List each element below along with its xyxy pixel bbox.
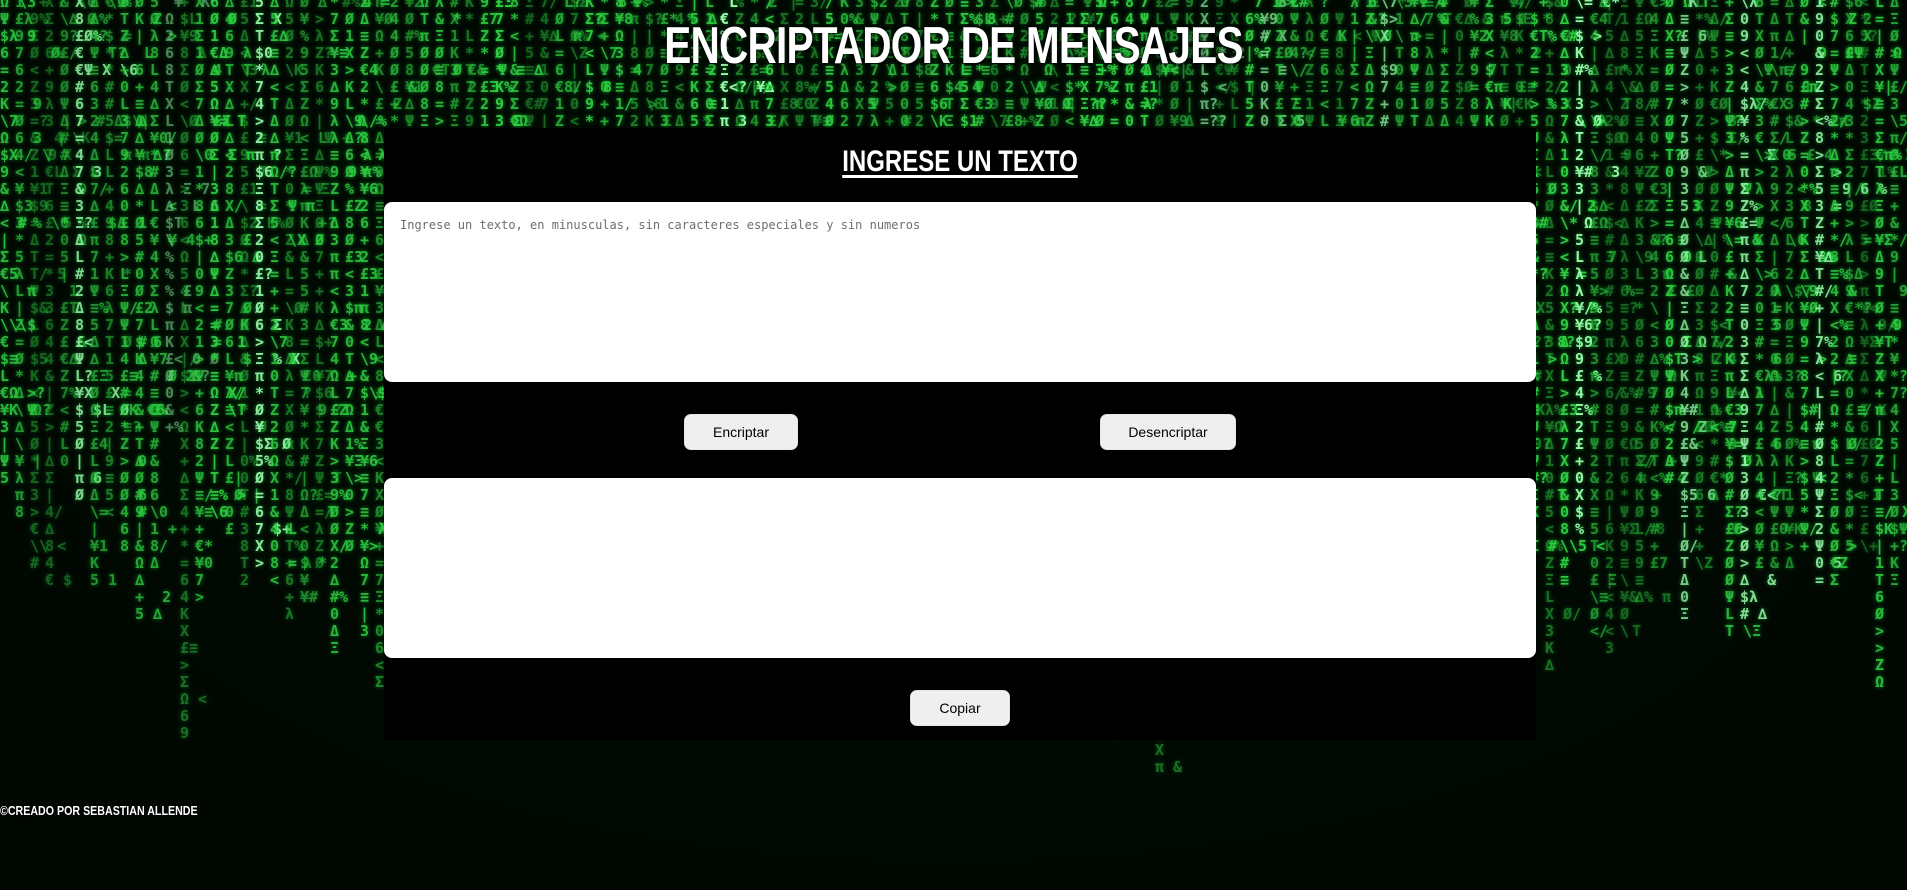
code-rain-column: ΞΔ/Ψ5+K€Ø> 3$ Σ/\*>ØZ≡|0# &∆2$<7/L 4Ξ9 ¥…	[1710, 0, 1765, 504]
copy-button[interactable]: Copiar	[910, 690, 1010, 726]
panel-heading: INGRESE UN TEXTO	[842, 145, 1078, 178]
code-rain-column: *7Σ¥≡3∆9λ Ωλ≡9 9ZLΔ3ππ<λ€374Ω +L£ZZK>39%…	[330, 0, 367, 657]
code-rain-column: £15Δ<\3X+/$£ ≡95 7£1\ =$2 K%ØΩ*Σ?∆Ø∆&Ø1*…	[240, 0, 286, 589]
code-rain-column: XΣ26%+9λ3 | 4 \K7 X€L Σ >T6£ 52=*33644&|…	[45, 0, 100, 589]
code-rain-column: ∆469 λT T λX∆L∆<28X/Δ3 £$6 ∆Z37 ØØ6L $¥π…	[225, 0, 271, 538]
code-rain-column: 6Ø Ø1€Δ∆5Ω¥= TØΣ Σ π|3Δ18∆Ψ∆==3 1*≡Ω X/Z…	[210, 0, 256, 521]
page-title: ENCRIPTADOR DE MENSAJES	[664, 17, 1243, 75]
code-rain-column: $&8\ 2+1 02/3 XΩ&ΔL1ØΔ=≡K25&3TXΞλ%¥ΩΔ10#…	[1545, 0, 1582, 674]
code-rain-column: 5Σ XT$0*74>2π ?$6Ξ8Σ20£?1Ø6 Σ>Ξ % Xπ*Ø¥$…	[255, 0, 301, 572]
code-rain-column: +Σ≡>3Z|Ψ?3>ΔΨ Ψ9¥6\= &£+K2T2KπL€3≡¥=$ ØØ…	[1725, 0, 1762, 640]
code-rain-column: |T/5∆£π%4\ T2%$Ø1 9&*<$<#3Ø#59π£XZ6/8ΞØT…	[1605, 0, 1642, 657]
code-rain-column: + 79%ΣØ<Z3=?& |Z 91¥1$9=ΔTT/ 5Ψ$&LØ$5K<Ω…	[30, 0, 67, 572]
code-rain-column: 6TXØ\Ψ&Σ%3€\> 0>λ>ΨKΣ\>2 λ0 =Ξ 5#* 6€λ%λ…	[1755, 0, 1792, 572]
code-rain-column: Ø <&| 9 £Ψ9£π#>Z=0*%XTKΣ 3%∆\9¥ØΨ9= >87$…	[1800, 0, 1864, 555]
code-rain-column: Ω \3Ψ$λ 96=2K\7Ω$X9&∆< #|Σ€5\ πK\\\$€$≡L…	[0, 0, 46, 487]
code-rain-column: ØTZ∆+0L3 ∆79260£ 18>LΞΨ/Ψ1 #4 ∆£≡#€K €6*…	[120, 0, 166, 555]
code-rain-column: ΔΞØ>Ψ£/3\5π/Ø£L≡+&*/ T9| 9≡4 5 <*¥ 5*?7?…	[1890, 0, 1907, 589]
code-rain-column: #%>λZ?K6*| Ψ + λ∆Ψ%ΨΞØ27++K∆$+L¥7$6$ ?Σ7…	[315, 0, 370, 572]
code-rain-column: X8£Ø%€€Ψ X \6#67=47 3&3Ξ?ΔL#2Δ8£<ΨL?¥X X…	[75, 0, 139, 504]
code-rain-column: L=|# ΩX¥|≡=Σ€π%TλΞØ¥ΣΔ9TØ+ 9¥TZX+π|2Z+T≡…	[1875, 0, 1907, 691]
code-rain-column: ØK Z| L6+≡Δ∆¥ ∆?$8∆*Ø5#0Ø£27$ 6K44& Ξ+T∆…	[135, 0, 172, 623]
encryptor-panel: INGRESE UN TEXTO Encriptar Desencriptar …	[384, 128, 1536, 740]
code-rain-column: #$ Z7=Ψ>72/*Δπ≡Δ+*/8≡%4 &X<%22 ≡|?=Ω ≡*$…	[1830, 0, 1867, 589]
code-rain-column: Δ \Ω∆%4?Ψ T?≡6324ΔL7/∆£ $Δπ71Ψ≡%5Δ∆£ΞØΩΞ…	[90, 0, 127, 589]
code-rain-column: +$L¥98 λΣØ<\ØØ6=>36<Ω54L∆X|/$Ψ><ΩX+∆Σ4+*…	[180, 0, 208, 742]
code-rain-column: ∆T∆+≡6 13$& * £πL+λ23 86L72\$7KØΞØ3?&|5Ø…	[1785, 0, 1849, 572]
code-rain-column: L*%|%∆0+ØZ+£\ΨØK4 Ψ\∆ %ØØØΣ3Δ &8 ZπΩ1 %£…	[1695, 0, 1741, 572]
footer-credit: ©CREADO POR SEBASTIAN ALLENDE	[0, 803, 198, 818]
code-rain-column: €>4ΞK=Ø#X0+Z€3Σ>&? ≡432 Σ £\<3∆%Ψ Ω7#K%/…	[1650, 0, 1696, 572]
code-rain-column: Ω5Ø2\K<ΔØ¥1Σ*0 = Ξ*ØZ&L=\ØK8∆λ €0= ?XØπ&…	[285, 0, 331, 623]
code-rain-column: $6X 26 XΩΔ04 $Z3*Σ2|/9>λ =L$Δ9€*?≡Ω∆X0£ …	[1845, 0, 1882, 555]
code-rain-column: Ψ£Ω5ΞX∆8/≡46¥ZΨ£ZK3 4\9L π=*Ø6#Z#=&5Σ/4K…	[1635, 0, 1681, 606]
code-rain-column: \λ09<<4$λ/¥%= ΣπΣZ%£=ππ∆7≡03ΣΣ∆9ΞΨ13Ø €<…	[1740, 0, 1777, 623]
code-rain-column: 0∆€#∆3237 \ >λ103&/ 2\*><¥ =ΩX? ?9ΔΩL>£3…	[1560, 0, 1606, 589]
code-rain-column: X1Σ1Ø 4Σ7Δ £ΣØ\01*86$+|09<2 # K1 =>Ψ+6K8…	[195, 0, 250, 606]
code-rain-column: 4 =Ø1X>KL\9Δ?6 λØ π%%£Z8Ø£3<3$π& 2 ∆0T∆7…	[345, 0, 391, 555]
code-rain-column: Δ€44|∆λ>\λΞ\/83$∆£Ω≡π 75¥> %9623π>#TΨ2&X…	[1590, 0, 1636, 640]
encrypt-button[interactable]: Encriptar	[684, 414, 798, 450]
code-rain-column: K≡£ 6ΨZ>*75Ø9 &35∆ØØ L&&Ξ∆Ø Ω3K4¥#9 Z£&Ψ…	[1680, 0, 1717, 623]
code-rain-column: 5Øλ >8L4∆Σ¥0/*#ΔL <€¥ ¥ 44XΣλLΩ¥7# Ø 2≡0…	[150, 0, 196, 572]
code-rain-column: Ξ1∆8*\&ZØΩ=48Δ∆Δλ36≡?5λ0≡&% 9Ø9€Ωπ Z/6 π…	[1620, 0, 1666, 640]
input-textarea[interactable]	[384, 202, 1536, 382]
decrypt-button[interactable]: Desencriptar	[1100, 414, 1236, 450]
code-rain-column: ¥ KΩ268TXL1Ø3λ Ξ 7∆ L 6$T\%%% £$ ππK£< 0…	[165, 0, 220, 436]
code-rain-column: € %*$ =**##5 $\|$=L π πL+498+K *6λ7T Ø15…	[105, 0, 151, 521]
code-rain-column: & \0\∆ Ø9?£/ØØΨΔ > # Δ##ΔΞ 0≡0 %0 Ω5| 1£…	[60, 0, 124, 470]
code-rain-column: 1£λ97 Ø62= 9Ø6 34/ \<¥$33 % \**5λL|Z=Ø*Δ…	[15, 0, 70, 521]
code-rain-column: =Δπ1/\π/7€X#Σ/X 5 £ 429 <X</Δ \6|6Ø13=0Ω…	[1770, 0, 1834, 572]
code-rain-column: <*5?#TΞ*23£Ξ/ Σ7 1%1£Ø>56>π¥<λ 9/¥ΣΣ∆ Ψ*…	[1860, 0, 1907, 555]
code-rain-column: 190&2ZΣ<%8>Σ >5 9 6 %3 =Z#¥∆T#/+|7%λ< 6L…	[1815, 0, 1888, 589]
code-rain-column: ∆5£∆≡∆<TΔ∆πΩ/?TΣ Ψ π5< \X ØΞ=++2\71 X0TZ…	[270, 0, 325, 589]
output-textarea[interactable]	[384, 478, 1536, 658]
code-rain-column: ΣΔ≡Z€42*\/%8< λ¥¥626+2£31π8<\9&$\$ 61&Ξ¥…	[360, 0, 406, 640]
code-rain-column: Ø ∆¥%95ΣZΩ< LΞ£ΩλπK +?∆&55#3=ΣΨ7¥ 9*K#|Ω…	[300, 0, 337, 606]
code-rain-column: \= €*=$ >K#%|3& ØT2¥# 33| Ω5Lλλ¥/%¥6?$99…	[1575, 0, 1621, 538]
